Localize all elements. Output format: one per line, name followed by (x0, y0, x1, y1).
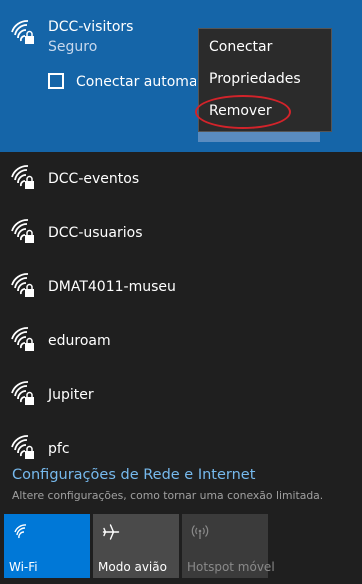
network-name: pfc (48, 441, 70, 457)
network-item-eduroam[interactable]: eduroam (0, 316, 362, 370)
highlight-ring (195, 95, 291, 129)
network-item-dcc-eventos[interactable]: DCC-eventos (0, 154, 362, 208)
network-name: DCC-visitors (48, 19, 134, 35)
auto-connect-label: Conectar automaticamente (76, 74, 196, 90)
wifi-secured-icon (10, 434, 36, 460)
network-settings-link[interactable]: Configurações de Rede e Internet (12, 467, 255, 483)
network-item-dmat4011-museu[interactable]: DMAT4011-museu (0, 262, 362, 316)
wifi-toggle-tile[interactable]: Wi-Fi (4, 514, 90, 578)
network-name: Jupiter (48, 387, 94, 403)
auto-connect-checkbox[interactable] (48, 73, 64, 89)
network-settings-description: Altere configurações, como tornar uma co… (12, 489, 324, 502)
network-name: DCC-usuarios (48, 225, 143, 241)
airplane-icon (102, 523, 120, 541)
network-item-jupiter[interactable]: Jupiter (0, 370, 362, 424)
wifi-secured-icon (10, 218, 36, 244)
menu-item-propriedades[interactable]: Propriedades (209, 71, 301, 87)
network-name: eduroam (48, 333, 111, 349)
tile-label: Wi-Fi (9, 560, 38, 574)
mobile-hotspot-tile[interactable]: Hotspot móvel (182, 514, 275, 578)
network-item-dcc-usuarios[interactable]: DCC-usuarios (0, 208, 362, 262)
wifi-secured-icon (10, 164, 36, 190)
network-name: DMAT4011-museu (48, 279, 176, 295)
wifi-secured-icon (10, 380, 36, 406)
wifi-icon (13, 523, 31, 541)
tile-label: Modo avião (98, 560, 167, 574)
airplane-mode-tile[interactable]: Modo avião (93, 514, 179, 578)
network-name: DCC-eventos (48, 171, 140, 187)
wifi-secured-icon (10, 272, 36, 298)
network-status: Seguro (48, 39, 98, 55)
wifi-secured-icon (10, 19, 36, 45)
menu-item-conectar[interactable]: Conectar (209, 39, 272, 55)
hotspot-icon (191, 523, 209, 541)
tile-label: Hotspot móvel (187, 560, 275, 574)
wifi-secured-icon (10, 326, 36, 352)
